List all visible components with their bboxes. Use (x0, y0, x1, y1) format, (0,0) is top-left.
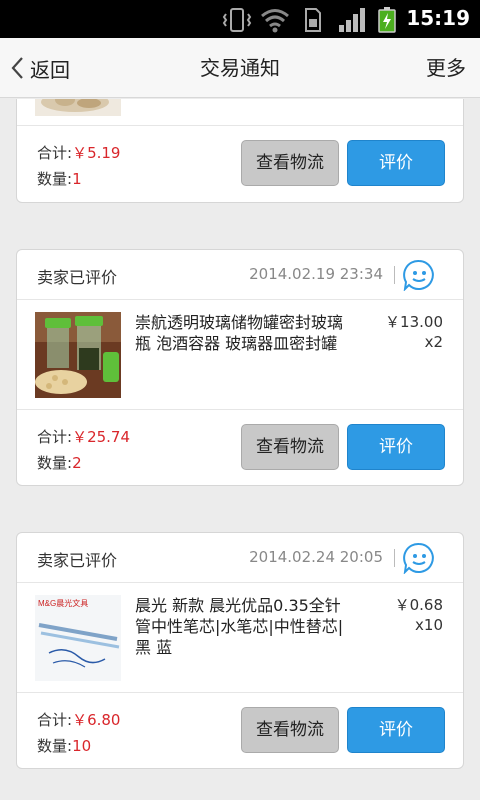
order-card-header: 卖家已评价 2014.02.24 20:05 (17, 533, 463, 583)
review-button[interactable]: 评价 (347, 140, 445, 186)
total-label: 合计: (37, 144, 73, 162)
chat-bubble-icon[interactable] (403, 259, 435, 291)
quantity-label: 数量: (37, 454, 73, 472)
order-card: 卖家已评价 2014.02.19 23:34 崇航透明玻璃储物罐密封玻璃瓶 泡酒… (16, 249, 464, 486)
product-title: 晨光 新款 晨光优品0.35全针管中性笔芯|水笔芯|中性替芯| 黑 蓝 (135, 596, 344, 657)
page-title: 交易通知 (200, 56, 280, 80)
status-time: 15:19 (406, 6, 470, 30)
sim-icon (305, 8, 321, 32)
view-logistics-button[interactable]: 查看物流 (241, 140, 339, 186)
order-quantity: 数量:10 (37, 735, 91, 756)
order-status: 卖家已评价 (37, 551, 118, 570)
order-quantity: 数量:1 (37, 168, 82, 189)
total-value: ￥6.80 (72, 711, 121, 729)
order-date: 2014.02.24 20:05 (249, 548, 383, 566)
order-footer: 合计:￥6.80 数量:10 查看物流 评价 (17, 693, 463, 769)
signal-icon (339, 8, 365, 32)
navigation-header: 返回 交易通知 更多 (0, 38, 480, 98)
wifi-icon (261, 9, 289, 33)
order-item[interactable]: M&G晨光文具 晨光 新款 晨光优品0.35全针管中性笔芯|水笔芯|中性替芯| … (17, 583, 463, 693)
item-quantity: x2 (424, 333, 443, 351)
divider (394, 266, 395, 284)
order-card: 卖家已评价 2014.02.24 20:05 M&G晨光文具 晨光 新款 晨光优… (16, 532, 464, 769)
total-label: 合计: (37, 428, 73, 446)
quantity-value: 10 (72, 737, 92, 755)
total-value: ￥25.74 (72, 428, 131, 446)
thumb-brand-text: M&G晨光文具 (38, 598, 88, 608)
order-footer: 合计:￥5.19 数量:1 查看物流 评价 (17, 126, 463, 202)
product-title: 崇航透明玻璃储物罐密封玻璃瓶 泡酒容器 玻璃器皿密封罐 (135, 313, 344, 353)
total-value: ￥5.19 (72, 144, 121, 162)
quantity-label: 数量: (37, 170, 73, 188)
order-total: 合计:￥25.74 (37, 426, 130, 447)
product-thumbnail: M&G晨光文具 (35, 595, 121, 681)
divider (394, 549, 395, 567)
status-bar: 15:19 (0, 0, 480, 38)
order-item[interactable]: 崇航透明玻璃储物罐密封玻璃瓶 泡酒容器 玻璃器皿密封罐 ￥13.00 x2 (17, 300, 463, 410)
review-button[interactable]: 评价 (347, 707, 445, 753)
notification-list[interactable]: 合计:￥5.19 数量:1 查看物流 评价 卖家已评价 2014.02.19 2… (0, 99, 480, 800)
quantity-value: 1 (72, 170, 82, 188)
product-thumbnail (35, 312, 121, 398)
order-status: 卖家已评价 (37, 268, 118, 287)
chat-bubble-icon[interactable] (403, 542, 435, 574)
order-total: 合计:￥6.80 (37, 709, 120, 730)
more-button[interactable]: 更多 (426, 38, 466, 98)
vibrate-icon (222, 8, 252, 32)
order-item[interactable] (17, 99, 463, 126)
review-button[interactable]: 评价 (347, 424, 445, 470)
total-label: 合计: (37, 711, 73, 729)
unit-price: ￥0.68 (394, 596, 443, 614)
order-quantity: 数量:2 (37, 452, 82, 473)
quantity-label: 数量: (37, 737, 73, 755)
product-thumbnail (35, 99, 121, 116)
order-footer: 合计:￥25.74 数量:2 查看物流 评价 (17, 410, 463, 486)
order-date: 2014.02.19 23:34 (249, 265, 383, 283)
order-card-header: 卖家已评价 2014.02.19 23:34 (17, 250, 463, 300)
view-logistics-button[interactable]: 查看物流 (241, 707, 339, 753)
quantity-value: 2 (72, 454, 82, 472)
unit-price: ￥13.00 (385, 313, 443, 331)
battery-charging-icon (378, 7, 396, 33)
order-total: 合计:￥5.19 (37, 142, 120, 163)
view-logistics-button[interactable]: 查看物流 (241, 424, 339, 470)
order-card: 合计:￥5.19 数量:1 查看物流 评价 (16, 99, 464, 203)
item-quantity: x10 (415, 616, 443, 634)
